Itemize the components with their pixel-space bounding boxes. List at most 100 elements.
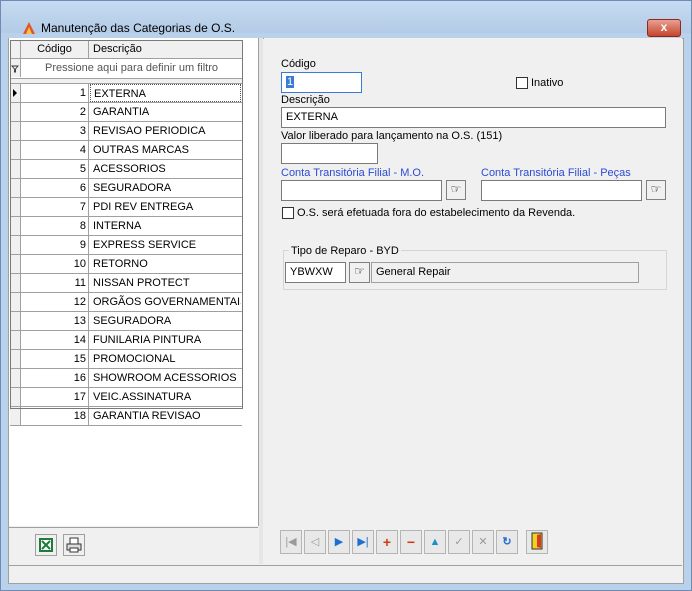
nav-edit-button[interactable]: ▲ [424, 530, 446, 554]
prior-record-icon: ◁ [310, 536, 320, 548]
cell-desc[interactable]: INTERNA [90, 217, 241, 235]
table-row[interactable]: 18 GARANTIA REVISAO [10, 407, 242, 426]
table-row[interactable]: 15 PROMOCIONAL [10, 350, 242, 369]
first-record-icon: |◀ [285, 536, 297, 548]
table-row[interactable]: 17 VEIC.ASSINATURA [10, 388, 242, 407]
cell-code[interactable]: 15 [21, 350, 89, 368]
table-row[interactable]: 10 RETORNO [10, 255, 242, 274]
nav-refresh-button[interactable]: ↻ [496, 530, 518, 554]
cell-code[interactable]: 14 [21, 331, 89, 349]
conta-pecas-lookup-button[interactable]: ☞ [646, 180, 666, 200]
table-row[interactable]: 16 SHOWROOM ACESSORIOS [10, 369, 242, 388]
inativo-checkbox[interactable] [516, 77, 528, 89]
cell-desc[interactable]: ORGÃOS GOVERNAMENTAIS [90, 293, 241, 311]
cell-code[interactable]: 11 [21, 274, 89, 292]
cell-desc[interactable]: OUTRAS MARCAS [90, 141, 241, 159]
valor-label: Valor liberado para lançamento na O.S. (… [281, 130, 503, 142]
cell-code[interactable]: 8 [21, 217, 89, 235]
codigo-input[interactable]: 1 [281, 72, 362, 93]
close-button[interactable]: x [647, 19, 681, 37]
tipo-reparo-code-input[interactable]: YBWXW [285, 262, 346, 283]
cell-desc[interactable]: GARANTIA REVISAO [90, 407, 241, 425]
cell-desc[interactable]: REVISAO PERIODICA [90, 122, 241, 140]
table-row[interactable]: 2 GARANTIA [10, 103, 242, 122]
category-grid[interactable]: Código Descrição Pressione aqui para def… [10, 40, 242, 426]
nav-prior-button[interactable]: ◁ [304, 530, 326, 554]
cell-desc[interactable]: SHOWROOM ACESSORIOS [90, 369, 241, 387]
cell-desc[interactable]: SEGURADORA [90, 179, 241, 197]
cell-code[interactable]: 13 [21, 312, 89, 330]
descricao-input[interactable]: EXTERNA [281, 107, 666, 128]
plus-icon: + [382, 534, 392, 550]
cell-desc[interactable]: PROMOCIONAL [90, 350, 241, 368]
cell-desc[interactable]: VEIC.ASSINATURA [90, 388, 241, 406]
table-row[interactable]: 11 NISSAN PROTECT [10, 274, 242, 293]
nav-insert-button[interactable]: + [376, 530, 398, 554]
table-row[interactable]: 13 SEGURADORA [10, 312, 242, 331]
check-icon: ✓ [454, 536, 464, 548]
conta-pecas-input[interactable] [481, 180, 642, 201]
print-button[interactable] [63, 534, 85, 556]
cell-code[interactable]: 9 [21, 236, 89, 254]
left-toolbar [9, 527, 258, 565]
conta-mo-label[interactable]: Conta Transitória Filial - M.O. [281, 167, 424, 179]
tipo-reparo-lookup-button[interactable]: ☞ [349, 262, 370, 283]
exit-door-button[interactable] [526, 530, 548, 554]
nav-delete-button[interactable]: − [400, 530, 422, 554]
table-row[interactable]: 14 FUNILARIA PINTURA [10, 331, 242, 350]
table-row[interactable]: 1 EXTERNA [10, 84, 242, 103]
window-title: Manutenção das Categorias de O.S. [41, 21, 236, 35]
cell-code[interactable]: 1 [21, 84, 89, 102]
cell-desc[interactable]: RETORNO [90, 255, 241, 273]
cell-code[interactable]: 16 [21, 369, 89, 387]
table-row[interactable]: 7 PDI REV ENTREGA [10, 198, 242, 217]
cell-desc[interactable]: FUNILARIA PINTURA [90, 331, 241, 349]
table-row[interactable]: 6 SEGURADORA [10, 179, 242, 198]
cell-code[interactable]: 4 [21, 141, 89, 159]
table-row[interactable]: 4 OUTRAS MARCAS [10, 141, 242, 160]
column-header-code[interactable]: Código [21, 40, 89, 58]
cell-code[interactable]: 18 [21, 407, 89, 425]
table-row[interactable]: 9 EXPRESS SERVICE [10, 236, 242, 255]
filter-row[interactable]: Pressione aqui para definir um filtro [10, 59, 242, 79]
nav-first-button[interactable]: |◀ [280, 530, 302, 554]
fora-estabelecimento-label: O.S. será efetuada fora do estabelecimen… [297, 207, 576, 219]
cell-desc[interactable]: EXTERNA [90, 84, 241, 102]
cell-code[interactable]: 7 [21, 198, 89, 216]
cell-desc[interactable]: ACESSORIOS [90, 160, 241, 178]
table-row[interactable]: 12 ORGÃOS GOVERNAMENTAIS [10, 293, 242, 312]
fora-estabelecimento-checkbox[interactable] [282, 207, 294, 219]
valor-input[interactable] [281, 143, 378, 164]
printer-icon [66, 537, 82, 553]
cell-code[interactable]: 17 [21, 388, 89, 406]
cell-desc[interactable]: NISSAN PROTECT [90, 274, 241, 292]
refresh-icon: ↻ [502, 536, 512, 548]
table-row[interactable]: 3 REVISAO PERIODICA [10, 122, 242, 141]
nav-next-button[interactable]: ▶ [328, 530, 350, 554]
conta-mo-lookup-button[interactable]: ☞ [446, 180, 466, 200]
cell-desc[interactable]: PDI REV ENTREGA [90, 198, 241, 216]
cell-desc[interactable]: EXPRESS SERVICE [90, 236, 241, 254]
cell-desc[interactable]: SEGURADORA [90, 312, 241, 330]
current-row-indicator-icon [10, 84, 21, 102]
nav-post-button[interactable]: ✓ [448, 530, 470, 554]
table-row[interactable]: 5 ACESSORIOS [10, 160, 242, 179]
filter-prompt[interactable]: Pressione aqui para definir um filtro [21, 59, 242, 78]
cell-desc[interactable]: GARANTIA [90, 103, 241, 121]
export-excel-button[interactable] [35, 534, 57, 556]
conta-mo-input[interactable] [281, 180, 442, 201]
nav-cancel-button[interactable]: ✕ [472, 530, 494, 554]
splitter[interactable] [259, 38, 263, 564]
codigo-value: 1 [286, 76, 295, 88]
cell-code[interactable]: 10 [21, 255, 89, 273]
tipo-reparo-title: Tipo de Reparo - BYD [289, 245, 401, 257]
cell-code[interactable]: 2 [21, 103, 89, 121]
cell-code[interactable]: 5 [21, 160, 89, 178]
column-header-desc[interactable]: Descrição [90, 40, 241, 58]
table-row[interactable]: 8 INTERNA [10, 217, 242, 236]
cell-code[interactable]: 12 [21, 293, 89, 311]
cell-code[interactable]: 3 [21, 122, 89, 140]
nav-last-button[interactable]: ▶| [352, 530, 374, 554]
conta-pecas-label[interactable]: Conta Transitória Filial - Peças [481, 167, 631, 179]
cell-code[interactable]: 6 [21, 179, 89, 197]
